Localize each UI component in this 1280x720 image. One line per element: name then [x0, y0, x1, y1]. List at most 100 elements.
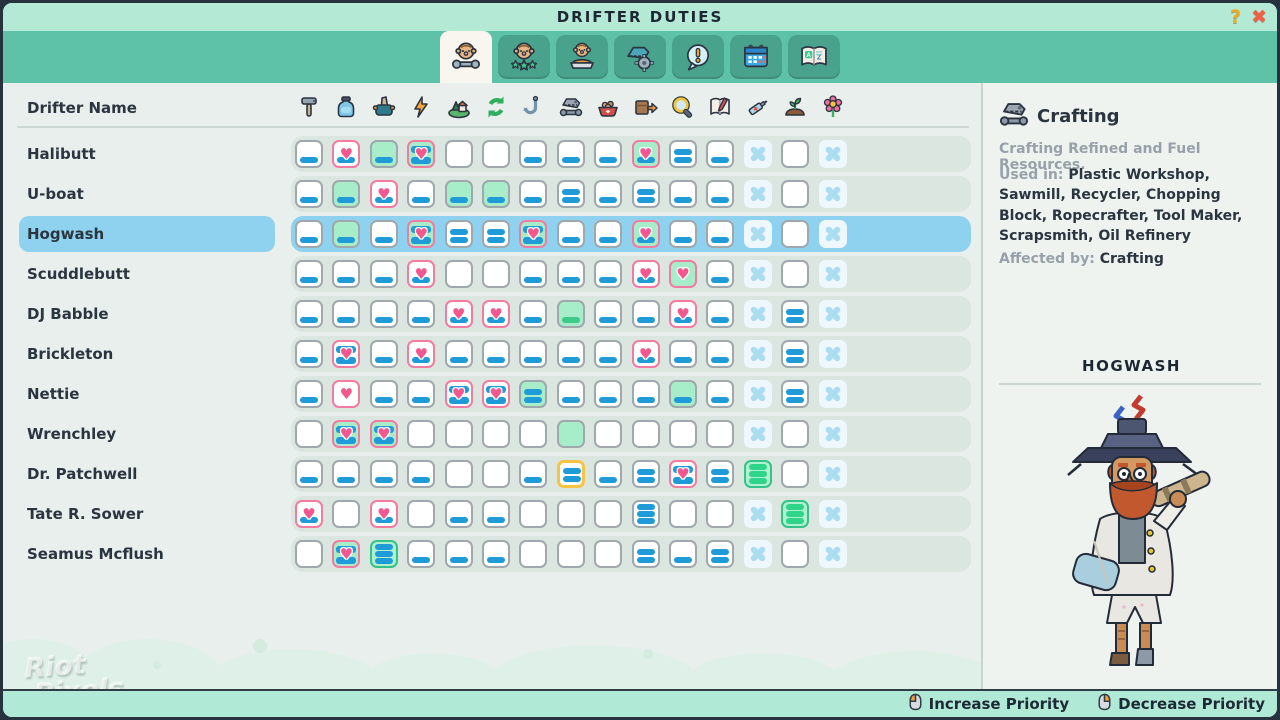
duty-cell-e[interactable] [632, 420, 660, 448]
duty-cell-b1[interactable] [407, 180, 435, 208]
drifter-name[interactable]: Brickleton [19, 336, 275, 372]
tab-duties[interactable] [440, 31, 492, 83]
duty-cell-b1[interactable] [370, 260, 398, 288]
duty-cell-b2[interactable] [632, 540, 660, 568]
duty-cell-hgb[interactable]: ♥ [370, 420, 398, 448]
duty-cell-b1[interactable] [295, 380, 323, 408]
duty-cell-b1[interactable] [706, 220, 734, 248]
duty-cell-e[interactable] [332, 500, 360, 528]
tab-food[interactable] [556, 35, 608, 79]
medical-icon[interactable] [746, 95, 770, 119]
duty-cell-b1[interactable] [706, 140, 734, 168]
duty-cell-hb[interactable]: ♥ [332, 340, 360, 368]
duty-cell-b1[interactable] [332, 260, 360, 288]
duty-cell-b1[interactable] [669, 340, 697, 368]
duty-cell-b2[interactable] [781, 380, 809, 408]
duty-cell-e[interactable] [669, 420, 697, 448]
duty-cell-b1[interactable] [445, 340, 473, 368]
duty-cell-hgb[interactable]: ♥ [407, 140, 435, 168]
duty-cell-hb[interactable]: ♥ [669, 460, 697, 488]
duty-cell-b1[interactable] [594, 460, 622, 488]
duty-cell-h1[interactable]: ♥ [632, 260, 660, 288]
duty-cell-b3[interactable] [632, 500, 660, 528]
duty-cell-b1[interactable] [706, 300, 734, 328]
drifter-name[interactable]: Wrenchley [19, 416, 275, 452]
duty-cell-hg[interactable]: ♥ [669, 260, 697, 288]
duty-cell-g1[interactable] [669, 380, 697, 408]
farming-icon[interactable] [783, 95, 807, 119]
duty-cell-h1[interactable]: ♥ [332, 140, 360, 168]
duty-cell-b1[interactable] [557, 340, 585, 368]
duty-cell-b1[interactable] [706, 340, 734, 368]
duty-cell-h1[interactable]: ♥ [370, 500, 398, 528]
duty-cell-b1[interactable] [370, 300, 398, 328]
duty-cell-g3[interactable] [744, 460, 772, 488]
duty-cell-b1[interactable] [669, 180, 697, 208]
drifter-name[interactable]: DJ Babble [19, 296, 275, 332]
duty-cell-b1[interactable] [407, 460, 435, 488]
duty-cell-b2[interactable] [632, 180, 660, 208]
duty-cell-b1[interactable] [557, 380, 585, 408]
duty-cell-b1[interactable] [706, 260, 734, 288]
duty-cell-b2[interactable] [632, 460, 660, 488]
duty-cell-b1[interactable] [407, 540, 435, 568]
drifter-name[interactable]: Halibutt [19, 136, 275, 172]
duty-cell-b1[interactable] [370, 220, 398, 248]
duty-cell-e[interactable] [482, 140, 510, 168]
duty-cell-b1[interactable] [370, 380, 398, 408]
duty-cell-e[interactable] [781, 260, 809, 288]
duty-cell-e[interactable] [781, 420, 809, 448]
duty-cell-b2[interactable] [781, 340, 809, 368]
duty-cell-h1[interactable]: ♥ [407, 340, 435, 368]
hauling-icon[interactable] [634, 95, 658, 119]
duty-cell-b1[interactable] [370, 340, 398, 368]
duty-cell-b1[interactable] [669, 220, 697, 248]
water-flask-icon[interactable] [334, 95, 358, 119]
duty-cell-h1[interactable]: ♥ [632, 340, 660, 368]
duty-cell-h1[interactable]: ♥ [370, 180, 398, 208]
duty-cell-e[interactable] [781, 460, 809, 488]
duty-cell-g[interactable] [557, 420, 585, 448]
close-icon[interactable]: ✖ [1251, 6, 1267, 28]
duty-cell-b1[interactable] [445, 500, 473, 528]
duty-cell-b1[interactable] [482, 540, 510, 568]
duty-cell-hgb[interactable]: ♥ [407, 220, 435, 248]
duty-cell-hg1[interactable]: ♥ [632, 220, 660, 248]
duty-cell-b1[interactable] [594, 180, 622, 208]
duty-cell-hb[interactable]: ♥ [482, 380, 510, 408]
duty-cell-b2[interactable] [781, 300, 809, 328]
duty-cell-e[interactable] [407, 500, 435, 528]
duty-cell-b2[interactable] [482, 220, 510, 248]
duty-cell-e[interactable] [295, 540, 323, 568]
gardening-icon[interactable] [821, 95, 845, 119]
duty-cell-b1[interactable] [594, 380, 622, 408]
drifter-name[interactable]: Nettie [19, 376, 275, 412]
tab-alerts[interactable] [672, 35, 724, 79]
tab-dictionary[interactable]: A Z [788, 35, 840, 79]
duty-cell-b1[interactable] [295, 220, 323, 248]
duty-cell-b1[interactable] [482, 340, 510, 368]
duty-cell-e[interactable] [669, 500, 697, 528]
duty-cell-b1[interactable] [332, 300, 360, 328]
duty-cell-e[interactable] [482, 260, 510, 288]
duty-cell-e[interactable] [706, 500, 734, 528]
duty-cell-b2[interactable] [706, 540, 734, 568]
duty-cell-b1[interactable] [519, 460, 547, 488]
research-icon[interactable] [708, 95, 732, 119]
duty-cell-hg1[interactable]: ♥ [632, 140, 660, 168]
duty-cell-e[interactable] [407, 420, 435, 448]
duty-cell-b1[interactable] [407, 300, 435, 328]
drifter-name[interactable]: Tate R. Sower [19, 496, 275, 532]
duty-cell-b2[interactable] [669, 140, 697, 168]
duty-cell-h1[interactable]: ♥ [445, 300, 473, 328]
duty-cell-e[interactable] [557, 540, 585, 568]
duty-cell-hgb[interactable]: ♥ [519, 220, 547, 248]
duty-cell-h1[interactable]: ♥ [407, 260, 435, 288]
duty-cell-h1[interactable]: ♥ [669, 300, 697, 328]
duty-cell-b1[interactable] [706, 380, 734, 408]
duty-cell-g1[interactable] [445, 180, 473, 208]
drifter-name[interactable]: Dr. Patchwell [19, 456, 275, 492]
duty-cell-e[interactable] [482, 420, 510, 448]
duty-cell-b1[interactable] [295, 140, 323, 168]
duty-cell-h1[interactable]: ♥ [295, 500, 323, 528]
